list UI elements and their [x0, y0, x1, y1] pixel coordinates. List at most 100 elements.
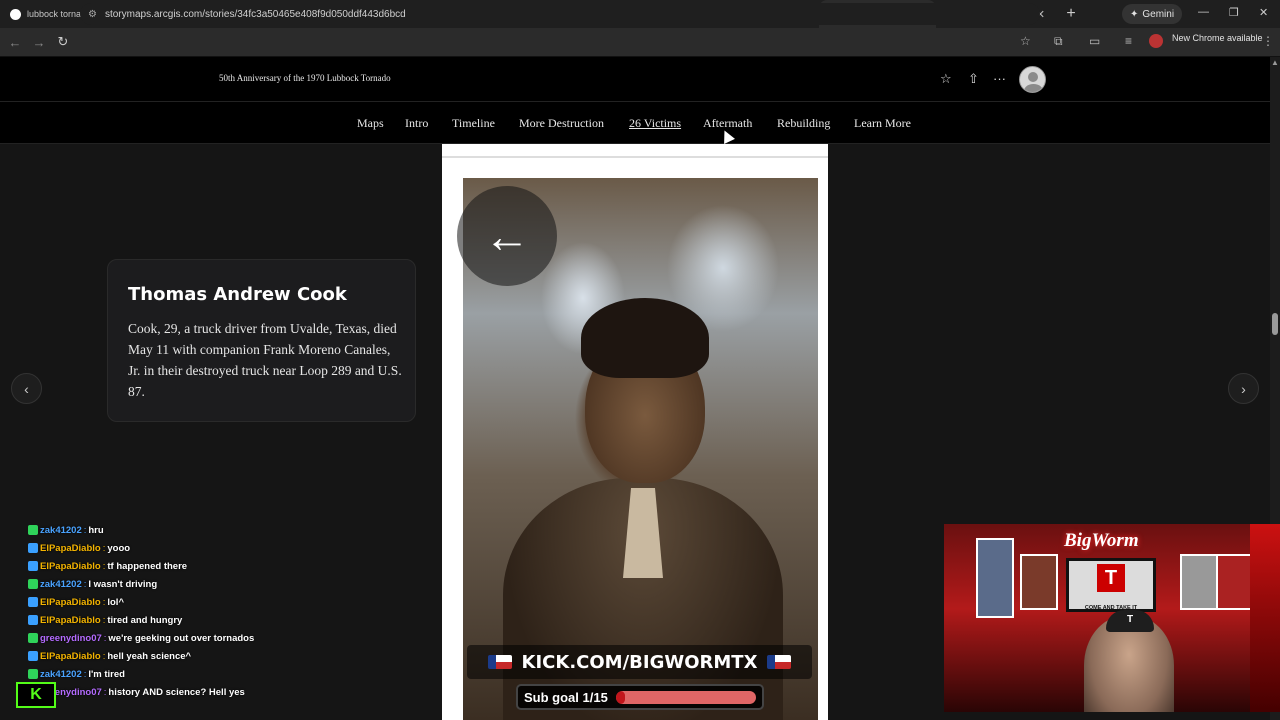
chat-text: I'm tired: [88, 668, 125, 680]
chat-message: greenydino07: history AND science? Hell y…: [28, 683, 428, 701]
chat-username[interactable]: ElPapaDiablo: [40, 543, 101, 554]
browser-toolbar: ← → ↻: [0, 28, 1280, 56]
chat-message: zak41202: I'm tired: [28, 665, 428, 683]
sub-goal: Sub goal 1/15: [516, 684, 764, 710]
story-nav: Maps Intro Timeline More Destruction 26 Vict…: [0, 101, 1270, 144]
photo-panel-top: [442, 144, 828, 158]
chat-message: zak41202: hru: [28, 521, 428, 539]
chat-username[interactable]: zak41202: [40, 525, 82, 536]
story-title[interactable]: 50th Anniversary of the 1970 Lubbock Tor…: [219, 73, 391, 83]
extensions-icon[interactable]: ⧉: [1054, 34, 1063, 49]
menu-icon[interactable]: ⋮: [1262, 34, 1274, 48]
sub-goal-label: Sub goal 1/15: [524, 689, 608, 705]
forward-icon[interactable]: →: [27, 35, 51, 50]
webcam-title: BigWorm: [1064, 530, 1139, 551]
chat-text: we're geeking out over tornados: [108, 632, 255, 644]
chat-username[interactable]: ElPapaDiablo: [40, 561, 101, 572]
carousel-next-button[interactable]: ›: [1228, 373, 1259, 404]
kick-url: KICK.COM/BIGWORMTX: [521, 651, 758, 673]
back-icon[interactable]: ←: [3, 35, 27, 50]
chevron-left-icon: ‹: [24, 380, 29, 397]
chat-text: history AND science? Hell yes: [108, 686, 245, 698]
url-text[interactable]: storymaps.arcgis.com/stories/34fc3a50465…: [105, 9, 406, 20]
chat-text: lol^: [107, 596, 124, 608]
chat-text: hell yeah science^: [107, 650, 192, 662]
nav-item[interactable]: Timeline: [452, 116, 495, 131]
victim-description: Cook, 29, a truck driver from Uvalde, Te…: [128, 321, 402, 399]
sparkle-icon: ✦: [1130, 8, 1139, 20]
victim-name: Thomas Andrew Cook: [128, 284, 347, 305]
favorite-star-icon[interactable]: ☆: [940, 71, 952, 87]
texas-tech-logo: T: [1097, 564, 1125, 592]
chat-username[interactable]: greenydino07: [40, 633, 102, 644]
chat-text: yooo: [107, 542, 131, 554]
scroll-up-icon[interactable]: ▲: [1271, 58, 1279, 67]
chat-text: tf happened there: [107, 560, 188, 572]
chat-badge-icon: [28, 525, 38, 535]
profile-icon[interactable]: [1149, 34, 1163, 48]
nav-item[interactable]: More Destruction: [519, 116, 604, 131]
more-options-icon[interactable]: ···: [993, 71, 1006, 86]
chat-message: ElPapaDiablo: tired and hungry: [28, 611, 428, 629]
new-chrome-available[interactable]: New Chrome available: [1172, 33, 1263, 43]
chevron-right-icon: ›: [1241, 380, 1246, 397]
address-bar[interactable]: ⚙ storymaps.arcgis.com/stories/34fc3a504…: [80, 3, 1040, 25]
chat-message: ElPapaDiablo: tf happened there: [28, 557, 428, 575]
media-icon[interactable]: ≡: [1125, 34, 1132, 48]
sub-goal-fill: [615, 690, 626, 704]
webcam-overlay: COME AND TAKE IT T BigWorm T: [944, 524, 1280, 712]
avatar[interactable]: [1019, 66, 1046, 93]
nav-item[interactable]: 26 Victims: [629, 116, 681, 131]
chat-message: ElPapaDiablo: yooo: [28, 539, 428, 557]
chat-username[interactable]: ElPapaDiablo: [40, 615, 101, 626]
chat-badge-icon: [28, 615, 38, 625]
carousel-prev-button[interactable]: ‹: [11, 373, 42, 404]
chat-badge-icon: [28, 579, 38, 589]
chat-badge-icon: [28, 561, 38, 571]
chat-badge-icon: [28, 669, 38, 679]
texas-flag-icon: [487, 655, 512, 669]
poster: [1020, 554, 1058, 610]
texas-flag-icon: [767, 655, 792, 669]
scrollbar-thumb[interactable]: [1272, 313, 1278, 335]
chat-username[interactable]: ElPapaDiablo: [40, 651, 101, 662]
chat-text: tired and hungry: [107, 614, 183, 626]
back-arrow-icon[interactable]: ←: [457, 186, 557, 286]
chat-badge-icon: [28, 633, 38, 643]
chat-username[interactable]: zak41202: [40, 579, 82, 590]
chat-message: ElPapaDiablo: lol^: [28, 593, 428, 611]
cast-icon[interactable]: ▭: [1089, 34, 1100, 48]
kick-banner: KICK.COM/BIGWORMTX: [467, 645, 812, 679]
tab-favicon-icon: [10, 8, 21, 20]
nav-item[interactable]: Learn More: [854, 116, 911, 131]
close-window-icon[interactable]: ✕: [1259, 6, 1268, 19]
chat-badge-icon: [28, 651, 38, 661]
chat-overlay: zak41202: hru ElPapaDiablo: yooo ElPapaDiabl…: [28, 521, 428, 701]
nav-item[interactable]: Intro: [405, 116, 428, 131]
chat-text: I wasn't driving: [88, 578, 158, 590]
reload-icon[interactable]: ↻: [51, 34, 75, 50]
chat-username[interactable]: zak41202: [40, 669, 82, 680]
site-info-icon[interactable]: ⚙: [88, 9, 97, 20]
poster: [976, 538, 1014, 618]
poster: [1216, 554, 1254, 610]
gemini-label: Gemini: [1142, 8, 1175, 20]
chat-message: greenydino07: we're geeking out over torn…: [28, 629, 428, 647]
share-icon[interactable]: ⇧: [968, 71, 979, 87]
chat-username[interactable]: ElPapaDiablo: [40, 597, 101, 608]
story-header: 50th Anniversary of the 1970 Lubbock Tor…: [0, 57, 1270, 101]
maximize-icon[interactable]: ❐: [1229, 6, 1239, 19]
new-tab-button[interactable]: +: [1059, 5, 1083, 23]
kick-logo: K: [16, 682, 56, 708]
nav-item[interactable]: Maps: [357, 116, 384, 131]
chat-message: ElPapaDiablo: hell yeah science^: [28, 647, 428, 665]
bookmark-star-icon[interactable]: ☆: [1020, 34, 1031, 48]
gemini-button[interactable]: ✦ Gemini: [1122, 4, 1183, 24]
streamer-cap: T: [1106, 610, 1154, 632]
chat-text: hru: [88, 524, 104, 536]
chat-message: zak41202: I wasn't driving: [28, 575, 428, 593]
minimize-icon[interactable]: —: [1198, 6, 1209, 18]
chat-badge-icon: [28, 597, 38, 607]
nav-item[interactable]: Rebuilding: [777, 116, 830, 131]
sub-goal-bar: [615, 690, 756, 704]
